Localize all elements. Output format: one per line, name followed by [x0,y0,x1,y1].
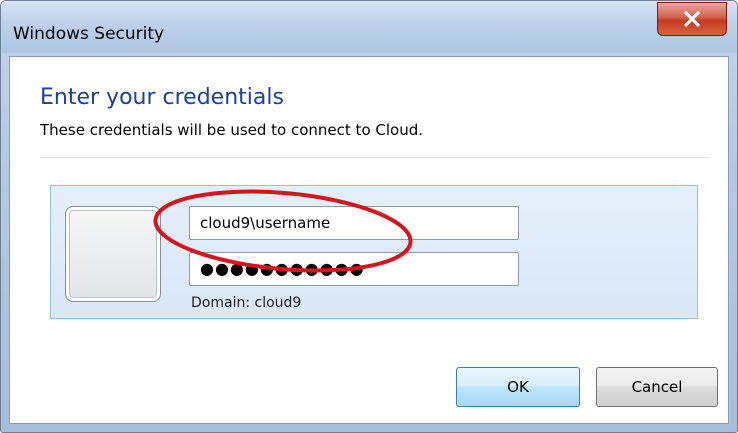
domain-label: Domain: cloud9 [191,295,302,311]
windows-security-dialog: Windows Security Enter your credentials … [0,0,738,433]
close-button[interactable] [657,2,727,36]
dialog-description: These credentials will be used to connec… [40,121,423,139]
window-title: Windows Security [13,24,165,44]
user-picture [65,206,161,302]
password-field[interactable]: ●●●●●●●●●●● [189,252,519,286]
credential-tile[interactable]: cloud9\username ●●●●●●●●●●● Domain: clou… [50,185,698,319]
dialog-heading: Enter your credentials [40,85,284,110]
divider [40,157,710,158]
title-bar[interactable]: Windows Security [1,1,737,53]
username-field[interactable]: cloud9\username [189,206,519,240]
dialog-body: Enter your credentials These credentials… [9,56,729,424]
cancel-button[interactable]: Cancel [596,367,718,407]
ok-button[interactable]: OK [456,367,580,407]
close-icon [682,10,702,28]
